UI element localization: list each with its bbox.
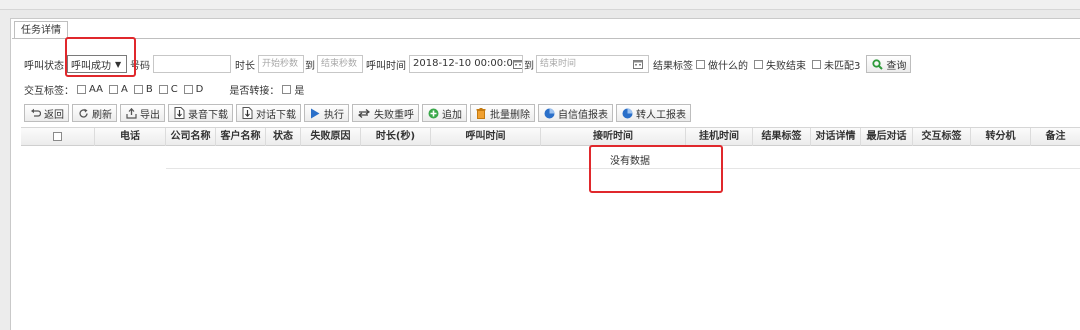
highlight-box-no-data — [589, 145, 723, 193]
interaction-tag-option: AA — [89, 84, 103, 95]
retry-icon — [357, 107, 371, 119]
refresh-button[interactable]: 刷新 — [72, 104, 117, 122]
call-time-to-label: 到 — [524, 60, 534, 72]
column-header[interactable]: 备注 — [1031, 128, 1080, 146]
column-header[interactable]: 转分机 — [971, 128, 1031, 146]
export-button[interactable]: 导出 — [120, 104, 165, 122]
tab-divider — [12, 38, 1080, 39]
interaction-tag-checkbox[interactable] — [183, 85, 193, 94]
transfer-report-button[interactable]: 转人工报表 — [616, 104, 691, 122]
export-label: 导出 — [140, 109, 160, 121]
column-header[interactable]: 失败原因 — [301, 128, 361, 146]
refresh-icon — [77, 107, 89, 119]
export-icon — [125, 107, 137, 119]
left-edge — [0, 10, 10, 330]
column-header[interactable]: 交互标签 — [913, 128, 971, 146]
interaction-tag-label: 交互标签： — [24, 86, 74, 97]
toolbar: 返回 刷新 导出 录音下载 对话下载 执行 失败重呼 追加 批量删除 自信值报表… — [24, 104, 694, 122]
retry-failed-button[interactable]: 失败重呼 — [352, 104, 419, 122]
result-tag-checkbox[interactable] — [696, 59, 705, 69]
transfer-report-label: 转人工报表 — [636, 109, 686, 121]
call-time-end-input[interactable]: 结束时间 — [536, 55, 649, 73]
download-recording-button[interactable]: 录音下载 — [168, 104, 233, 122]
duration-to-label: 到 — [305, 60, 315, 72]
add-button[interactable]: 追加 — [422, 104, 467, 122]
call-time-label: 呼叫时间 — [366, 60, 406, 72]
column-header[interactable]: 对话详情 — [811, 128, 861, 146]
credit-report-label: 自信值报表 — [558, 109, 608, 121]
query-button[interactable]: 查询 — [866, 55, 912, 73]
result-tag-option: 做什么的 — [708, 60, 748, 72]
call-time-end-placeholder: 结束时间 — [540, 59, 577, 69]
result-tag-option: 失败结束 — [766, 60, 806, 72]
column-header[interactable]: 电话 — [95, 128, 166, 146]
select-all-checkbox[interactable] — [53, 132, 62, 141]
select-all-cell — [21, 128, 95, 146]
column-header[interactable]: 公司名称 — [166, 128, 216, 146]
table-header: 电话 公司名称 客户名称 状态 失败原因 时长(秒) 呼叫时间 接听时间 挂机时… — [21, 127, 1080, 146]
back-button[interactable]: 返回 — [24, 104, 69, 122]
interaction-tag-checkbox[interactable] — [133, 85, 143, 94]
pie-chart-icon — [621, 107, 633, 119]
call-status-label: 呼叫状态 — [24, 60, 64, 72]
column-header[interactable]: 客户名称 — [216, 128, 266, 146]
execute-label: 执行 — [324, 109, 344, 121]
pie-chart-icon — [543, 107, 555, 119]
interaction-tag-checkbox[interactable] — [158, 85, 168, 94]
interaction-tag-option: A — [120, 84, 128, 95]
column-header[interactable]: 结果标签 — [753, 128, 811, 146]
interaction-tag-checkbox[interactable] — [77, 85, 86, 94]
call-time-start-input[interactable]: 2018-12-10 00:00:0 — [409, 55, 523, 73]
transfer-option: 是 — [294, 86, 305, 97]
interaction-tag-option: B — [145, 84, 153, 95]
filter-row-1: 呼叫状态 呼叫成功 ▼ 号码 时长 开始秒数 到 结束秒数 呼叫时间 2018-… — [24, 55, 914, 73]
highlight-box-call-status — [65, 37, 136, 77]
column-header[interactable]: 最后对话 — [861, 128, 913, 146]
result-tag-checkbox[interactable] — [812, 59, 821, 69]
play-icon — [309, 107, 321, 119]
add-label: 追加 — [442, 109, 462, 121]
number-input[interactable] — [153, 55, 231, 73]
transfer-checkbox[interactable] — [282, 85, 292, 94]
batch-delete-label: 批量删除 — [490, 109, 530, 121]
download-recording-label: 录音下载 — [188, 109, 228, 121]
file-download-icon — [173, 107, 185, 119]
duration-start-input[interactable]: 开始秒数 — [258, 55, 304, 73]
column-header[interactable]: 接听时间 — [541, 128, 686, 146]
column-header[interactable]: 挂机时间 — [686, 128, 753, 146]
result-tag-checkbox[interactable] — [754, 59, 763, 69]
file-download-icon — [241, 107, 253, 119]
search-icon — [871, 58, 883, 70]
back-label: 返回 — [44, 109, 64, 121]
column-header[interactable]: 呼叫时间 — [431, 128, 541, 146]
query-label: 查询 — [886, 60, 907, 72]
download-dialog-label: 对话下载 — [256, 109, 296, 121]
plus-icon — [427, 107, 439, 119]
call-time-start-value: 2018-12-10 00:00:0 — [413, 58, 513, 69]
retry-failed-label: 失败重呼 — [374, 109, 414, 121]
batch-delete-button[interactable]: 批量删除 — [470, 104, 535, 122]
duration-label: 时长 — [235, 60, 255, 72]
result-tag-label: 结果标签 — [653, 60, 693, 72]
duration-end-input[interactable]: 结束秒数 — [317, 55, 363, 73]
column-header[interactable]: 时长(秒) — [361, 128, 431, 146]
back-arrow-icon — [29, 107, 41, 119]
interaction-tag-option: D — [195, 84, 204, 95]
calendar-icon[interactable] — [512, 59, 522, 69]
filter-row-2: 交互标签： AA A B C D 是否转接： 是 — [24, 82, 304, 97]
interaction-tag-checkbox[interactable] — [108, 85, 118, 94]
trash-icon — [475, 107, 487, 119]
calendar-icon[interactable] — [633, 59, 645, 69]
execute-button[interactable]: 执行 — [304, 104, 349, 122]
column-header[interactable]: 状态 — [266, 128, 301, 146]
credit-report-button[interactable]: 自信值报表 — [538, 104, 613, 122]
window-top-strip — [0, 0, 1080, 10]
result-tag-option: 未匹配3 — [824, 60, 861, 72]
transfer-label: 是否转接： — [229, 86, 280, 97]
interaction-tag-option: C — [170, 84, 178, 95]
download-dialog-button[interactable]: 对话下载 — [236, 104, 301, 122]
refresh-label: 刷新 — [92, 109, 112, 121]
tab-task-details[interactable]: 任务详情 — [14, 21, 68, 39]
